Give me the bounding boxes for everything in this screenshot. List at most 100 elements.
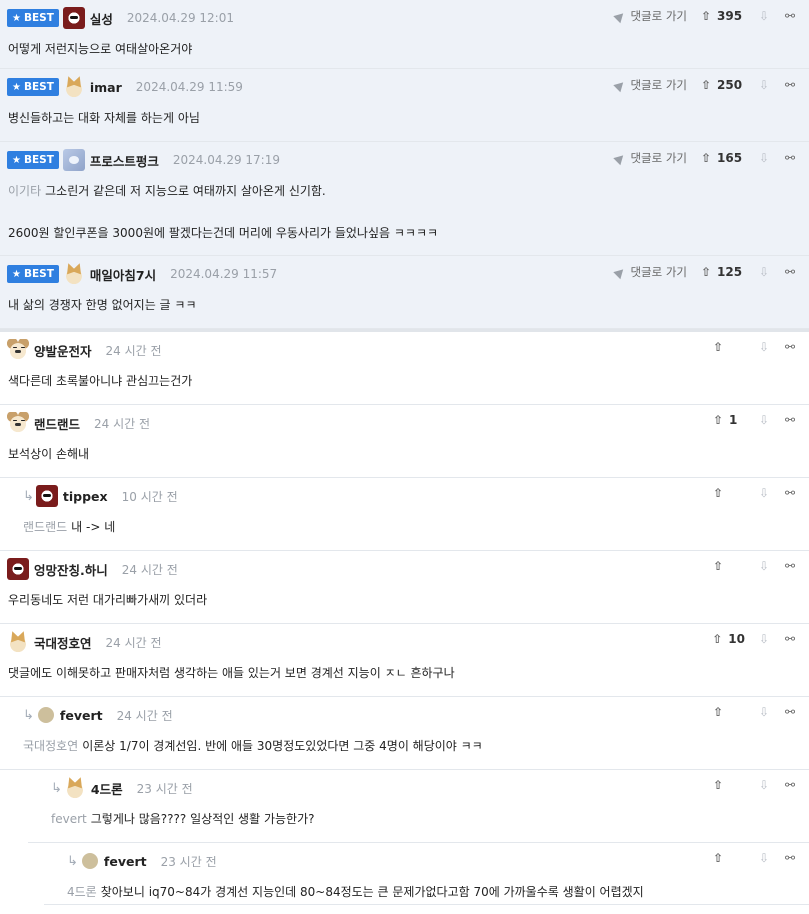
thumbs-down-icon[interactable]: ⇩ xyxy=(757,340,771,354)
like-button[interactable]: ⇧ 165 xyxy=(699,151,745,165)
avatar[interactable] xyxy=(7,631,29,653)
mention[interactable]: 국대정호연 xyxy=(23,739,78,753)
mention[interactable]: fevert xyxy=(51,812,87,826)
avatar[interactable] xyxy=(37,707,54,723)
avatar[interactable] xyxy=(62,76,85,98)
link-icon[interactable]: ⚯ xyxy=(783,151,797,165)
thumbs-up-icon: ⇧ xyxy=(712,559,724,573)
thumbs-down-icon[interactable]: ⇩ xyxy=(757,486,771,500)
like-button[interactable]: ⇧ xyxy=(711,778,745,792)
like-button[interactable]: ⇧ xyxy=(711,340,745,354)
like-button[interactable]: ⇧ xyxy=(711,559,745,573)
avatar[interactable] xyxy=(62,7,85,29)
link-icon[interactable]: ⚯ xyxy=(783,632,797,646)
send-arrow-icon xyxy=(613,265,628,279)
avatar[interactable] xyxy=(62,263,85,285)
reply-arrow-icon: ↳ xyxy=(67,853,78,869)
like-count: 1 xyxy=(729,413,738,427)
avatar[interactable] xyxy=(62,149,85,171)
nickname[interactable]: 양발운전자 xyxy=(34,341,92,360)
reply-arrow-icon: ↳ xyxy=(23,488,34,504)
thumbs-down-icon[interactable]: ⇩ xyxy=(757,559,771,573)
timestamp: 10 시간 전 xyxy=(121,489,178,504)
comment-text: 이론상 1/7이 경계선임. 반에 애들 30명정도있었다면 그중 4명이 해당… xyxy=(82,739,483,753)
like-button[interactable]: ⇧ 10 xyxy=(710,632,745,646)
like-button[interactable]: ⇧ xyxy=(711,705,745,719)
thumbs-down-icon[interactable]: ⇩ xyxy=(757,151,771,165)
mention[interactable]: 이기타 xyxy=(8,184,41,198)
avatar[interactable] xyxy=(7,412,29,434)
avatar[interactable] xyxy=(63,777,86,799)
goto-label: 댓글로 가기 xyxy=(630,151,687,165)
avatar[interactable] xyxy=(81,853,98,869)
send-arrow-icon xyxy=(613,151,628,165)
link-icon[interactable]: ⚯ xyxy=(783,705,797,719)
link-icon[interactable]: ⚯ xyxy=(783,486,797,500)
goto-comment-link[interactable]: 댓글로 가기 xyxy=(613,77,687,93)
nickname[interactable]: fevert xyxy=(60,708,103,723)
link-icon[interactable]: ⚯ xyxy=(783,9,797,23)
avatar[interactable] xyxy=(7,339,29,361)
comment: ↳ tippex 10 시간 전 ⇧ ⇩ ⚯ 랜드랜드 내 -> 네 xyxy=(0,478,809,551)
like-button[interactable]: ⇧ xyxy=(711,851,745,865)
thumbs-down-icon[interactable]: ⇩ xyxy=(757,9,771,23)
comment: 국대정호연 24 시간 전 ⇧ 10 ⇩ ⚯ 댓글에도 이해못하고 판매자처럼 생각하는 애… xyxy=(0,624,809,697)
comment-actions: ⇧ ⇩ ⚯ xyxy=(711,705,797,719)
link-icon[interactable]: ⚯ xyxy=(783,78,797,92)
goto-comment-link[interactable]: 댓글로 가기 xyxy=(613,264,687,280)
comment-line xyxy=(8,202,809,223)
thumbs-down-icon[interactable]: ⇩ xyxy=(757,851,771,865)
comment: 랜드랜드 24 시간 전 ⇧ 1 ⇩ ⚯ 보석상이 손해내 xyxy=(0,405,809,478)
comment-line: 병신들하고는 대화 자체를 하는게 아님 xyxy=(8,108,809,129)
like-button[interactable]: ⇧ xyxy=(711,486,745,500)
comment-body: fevert 그렇게나 많음???? 일상적인 생활 가능한가? xyxy=(28,809,809,830)
nickname[interactable]: tippex xyxy=(63,489,108,504)
avatar[interactable] xyxy=(7,558,29,580)
avatar[interactable] xyxy=(35,485,58,507)
link-icon[interactable]: ⚯ xyxy=(783,559,797,573)
link-icon[interactable]: ⚯ xyxy=(783,413,797,427)
link-icon[interactable]: ⚯ xyxy=(783,851,797,865)
comment-line: 2600원 할인쿠폰을 3000원에 팔겠다는건데 머리에 우동사리가 들었나싶… xyxy=(8,223,809,244)
comment-body: 보석상이 손해내 xyxy=(0,444,809,465)
thumbs-down-icon[interactable]: ⇩ xyxy=(757,632,771,646)
nickname[interactable]: 프로스트펑크 xyxy=(90,151,159,170)
nickname[interactable]: 랜드랜드 xyxy=(34,414,80,433)
goto-comment-link[interactable]: 댓글로 가기 xyxy=(613,8,687,24)
nickname[interactable]: 실성 xyxy=(90,9,113,28)
like-button[interactable]: ⇧ 395 xyxy=(699,9,745,23)
nickname[interactable]: imar xyxy=(90,80,122,95)
link-icon[interactable]: ⚯ xyxy=(783,265,797,279)
nickname[interactable]: 엉망잔칭.하니 xyxy=(34,560,108,579)
comment-actions: 댓글로 가기 ⇧ 125 ⇩ ⚯ xyxy=(613,264,797,280)
nickname[interactable]: 4드론 xyxy=(91,779,123,798)
thumbs-down-icon[interactable]: ⇩ xyxy=(757,705,771,719)
best-comment: ★ BEST 프로스트펑크 2024.04.29 17:19 댓글로 가기 ⇧ 165 ⇩ ⚯ 이… xyxy=(0,142,809,256)
link-icon[interactable]: ⚯ xyxy=(783,778,797,792)
mention[interactable]: 4드론 xyxy=(67,885,97,899)
like-button[interactable]: ⇧ 125 xyxy=(699,265,745,279)
like-button[interactable]: ⇧ 1 xyxy=(711,413,745,427)
comment-line: 어떻게 저런지능으로 여태살아온거야 xyxy=(8,39,809,60)
comment-header: ↳ fevert 23 시간 전 xyxy=(44,843,809,879)
nickname[interactable]: fevert xyxy=(104,854,147,869)
nickname[interactable]: 국대정호연 xyxy=(34,633,92,652)
comment-actions: 댓글로 가기 ⇧ 395 ⇩ ⚯ xyxy=(613,8,797,24)
nickname[interactable]: 매일아침7시 xyxy=(90,265,156,284)
link-icon[interactable]: ⚯ xyxy=(783,340,797,354)
like-button[interactable]: ⇧ 250 xyxy=(699,78,745,92)
thumbs-down-icon[interactable]: ⇩ xyxy=(757,265,771,279)
thumbs-down-icon[interactable]: ⇩ xyxy=(757,413,771,427)
reply-arrow-icon: ↳ xyxy=(51,780,62,796)
comment-text: 2600원 할인쿠폰을 3000원에 팔겠다는건데 머리에 우동사리가 들었나싶… xyxy=(8,226,439,240)
thumbs-up-icon: ⇧ xyxy=(712,705,724,719)
mention[interactable]: 랜드랜드 xyxy=(23,520,67,534)
thumbs-down-icon[interactable]: ⇩ xyxy=(757,778,771,792)
comment-header: ↳ fevert 24 시간 전 xyxy=(0,697,809,733)
thumbs-down-icon[interactable]: ⇩ xyxy=(757,78,771,92)
goto-comment-link[interactable]: 댓글로 가기 xyxy=(613,150,687,166)
comment-header: ↳ tippex 10 시간 전 xyxy=(0,478,809,514)
comment-body: 내 삶의 경쟁자 한명 없어지는 글 ㅋㅋ xyxy=(0,295,809,316)
thumbs-up-icon: ⇧ xyxy=(712,851,724,865)
comment-actions: ⇧ 10 ⇩ ⚯ xyxy=(710,632,797,646)
